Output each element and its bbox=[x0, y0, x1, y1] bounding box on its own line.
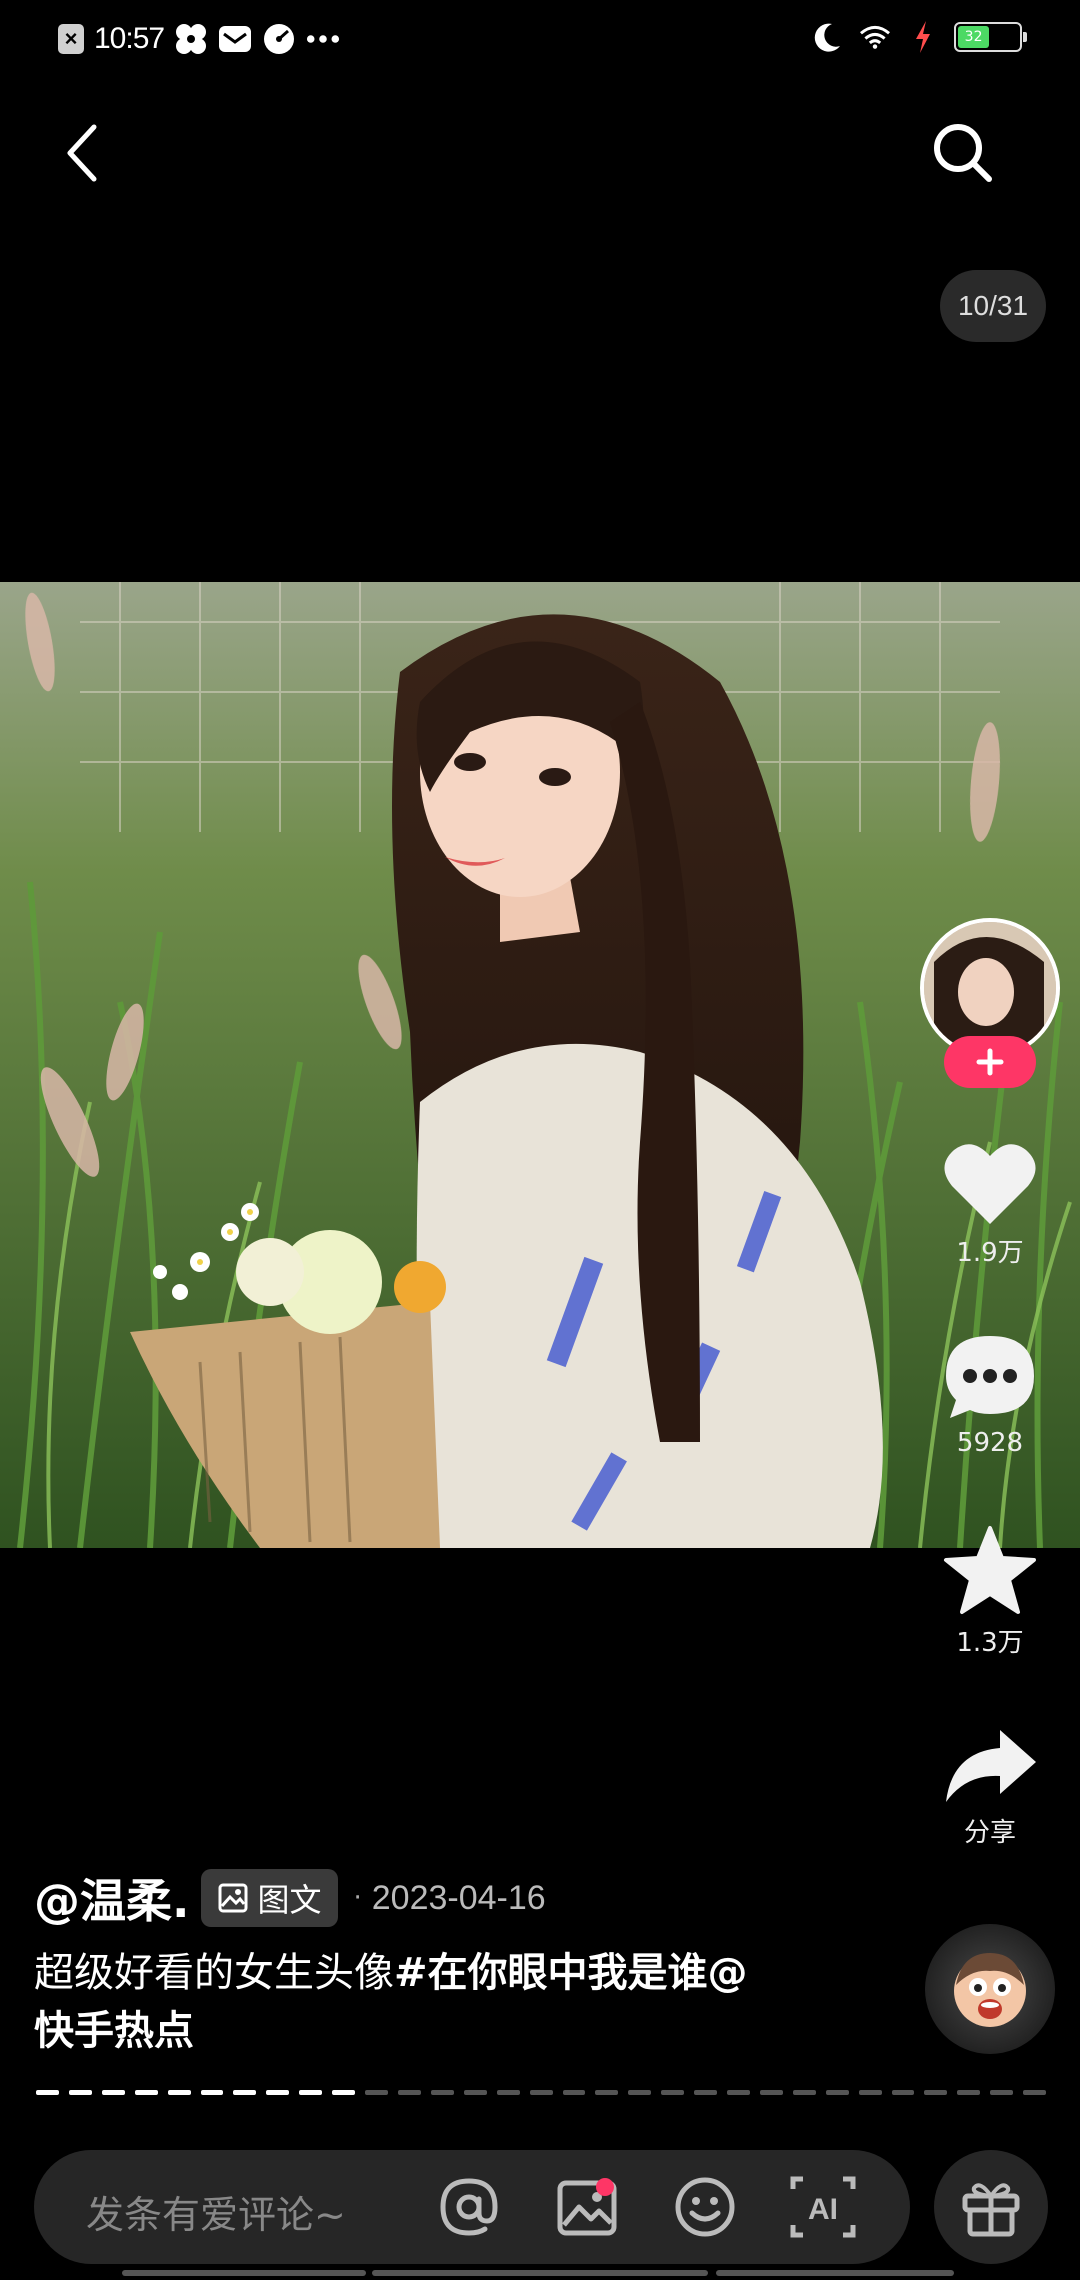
share-label: 分享 bbox=[963, 1818, 1016, 1848]
at-icon bbox=[440, 2178, 498, 2236]
progress-segment bbox=[200, 2090, 224, 2095]
mention-button[interactable] bbox=[434, 2172, 504, 2242]
like-button[interactable]: 1.9万 bbox=[920, 1140, 1060, 1269]
progress-segment bbox=[990, 2090, 1014, 2095]
caption-hashtag[interactable]: #在你眼中我是谁 bbox=[394, 1950, 708, 1996]
post-type-tag: 图文 bbox=[201, 1869, 338, 1927]
progress-segment bbox=[397, 2090, 421, 2095]
emoji-avatar-icon bbox=[954, 1953, 1026, 2027]
favorite-count: 1.3万 bbox=[956, 1628, 1024, 1658]
battery-level: 32 bbox=[958, 26, 990, 48]
tab-indicator bbox=[716, 2270, 954, 2276]
status-right: 32 bbox=[810, 20, 1027, 54]
author-name[interactable]: @温柔. bbox=[34, 1865, 189, 1931]
progress-segment bbox=[299, 2090, 323, 2095]
moon-icon bbox=[810, 20, 844, 54]
progress-segment bbox=[68, 2090, 92, 2095]
plus-icon bbox=[976, 1048, 1004, 1076]
progress-segment bbox=[233, 2090, 257, 2095]
progress-segment bbox=[595, 2090, 619, 2095]
progress-segment bbox=[36, 2090, 59, 2095]
avatar-image bbox=[924, 922, 1056, 1054]
progress-segment bbox=[266, 2090, 290, 2095]
progress-segment bbox=[365, 2090, 388, 2095]
photo-illustration bbox=[0, 582, 1080, 1548]
progress-segment bbox=[825, 2090, 849, 2095]
progress-segment bbox=[1023, 2090, 1047, 2095]
progress-segment bbox=[529, 2090, 553, 2095]
progress-segment bbox=[792, 2090, 816, 2095]
status-time: 10:57 bbox=[94, 22, 165, 55]
comment-placeholder[interactable]: 发条有爱评论~ bbox=[86, 2184, 346, 2239]
status-bar: × 10:57 32 bbox=[0, 0, 1080, 84]
gift-button[interactable] bbox=[934, 2150, 1048, 2264]
progress-segment bbox=[694, 2090, 718, 2095]
tab-indicator bbox=[122, 2270, 366, 2276]
favorite-button[interactable]: 1.3万 bbox=[920, 1524, 1060, 1659]
chevron-left-icon bbox=[67, 124, 97, 182]
comment-bar[interactable]: 发条有爱评论~ AI bbox=[34, 2150, 910, 2264]
share-button[interactable]: 分享 bbox=[920, 1726, 1060, 1849]
progress-segment bbox=[496, 2090, 520, 2095]
gallery-icon bbox=[218, 1883, 248, 1913]
heart-icon bbox=[944, 1144, 1036, 1224]
post-caption: 超级好看的女生头像#在你眼中我是谁@快手热点 bbox=[34, 1944, 754, 2060]
progress-segment bbox=[661, 2090, 685, 2095]
wifi-icon bbox=[858, 20, 892, 54]
separator-dot: · bbox=[353, 1883, 362, 1913]
progress-segment bbox=[134, 2090, 158, 2095]
back-button[interactable] bbox=[52, 118, 112, 188]
gift-icon bbox=[962, 2183, 1020, 2237]
progress-segment bbox=[332, 2090, 356, 2095]
comment-button[interactable]: 5928 bbox=[920, 1332, 1060, 1458]
svg-text:AI: AI bbox=[808, 2193, 838, 2226]
charging-bolt-icon bbox=[906, 20, 940, 54]
search-icon bbox=[934, 124, 992, 182]
music-disc[interactable] bbox=[925, 1924, 1055, 2054]
progress-segment bbox=[628, 2090, 652, 2095]
follow-button[interactable] bbox=[944, 1036, 1036, 1088]
progress-segment bbox=[463, 2090, 487, 2095]
more-dots-icon bbox=[306, 22, 340, 56]
image-upload-button[interactable] bbox=[552, 2172, 622, 2242]
progress-segment bbox=[430, 2090, 454, 2095]
pinwheel-icon bbox=[174, 22, 208, 56]
status-left: × 10:57 bbox=[58, 22, 340, 56]
like-count: 1.9万 bbox=[956, 1238, 1024, 1268]
progress-segment bbox=[924, 2090, 948, 2095]
battery-indicator: 32 bbox=[954, 22, 1027, 52]
progress-segment bbox=[727, 2090, 750, 2095]
ai-button[interactable]: AI bbox=[788, 2172, 858, 2242]
search-button[interactable] bbox=[928, 118, 998, 188]
progress-segment bbox=[957, 2090, 981, 2095]
tab-indicator bbox=[372, 2270, 708, 2276]
progress-segment bbox=[562, 2090, 586, 2095]
star-icon bbox=[944, 1526, 1036, 1614]
progress-segment bbox=[101, 2090, 125, 2095]
mail-icon bbox=[218, 22, 252, 56]
comment-count: 5928 bbox=[956, 1428, 1024, 1458]
image-counter: 10/31 bbox=[940, 270, 1046, 342]
emoji-icon bbox=[675, 2177, 735, 2237]
post-type-label: 图文 bbox=[257, 1881, 322, 1919]
post-date: 2023-04-16 bbox=[371, 1878, 546, 1917]
comment-bubble-icon bbox=[946, 1336, 1034, 1418]
image-progress bbox=[36, 2090, 1047, 2096]
gauge-icon bbox=[262, 22, 296, 56]
post-photo[interactable] bbox=[0, 582, 1080, 1548]
progress-segment bbox=[167, 2090, 191, 2095]
progress-segment bbox=[891, 2090, 915, 2095]
emoji-button[interactable] bbox=[670, 2172, 740, 2242]
share-arrow-icon bbox=[946, 1730, 1036, 1802]
caption-text: 超级好看的女生头像 bbox=[34, 1950, 394, 1996]
author-row: @温柔. 图文 · 2023-04-16 bbox=[34, 1868, 546, 1928]
progress-segment bbox=[759, 2090, 783, 2095]
ai-icon: AI bbox=[790, 2176, 856, 2238]
close-app-icon: × bbox=[58, 24, 84, 54]
new-badge-dot bbox=[596, 2178, 614, 2196]
progress-segment bbox=[858, 2090, 882, 2095]
